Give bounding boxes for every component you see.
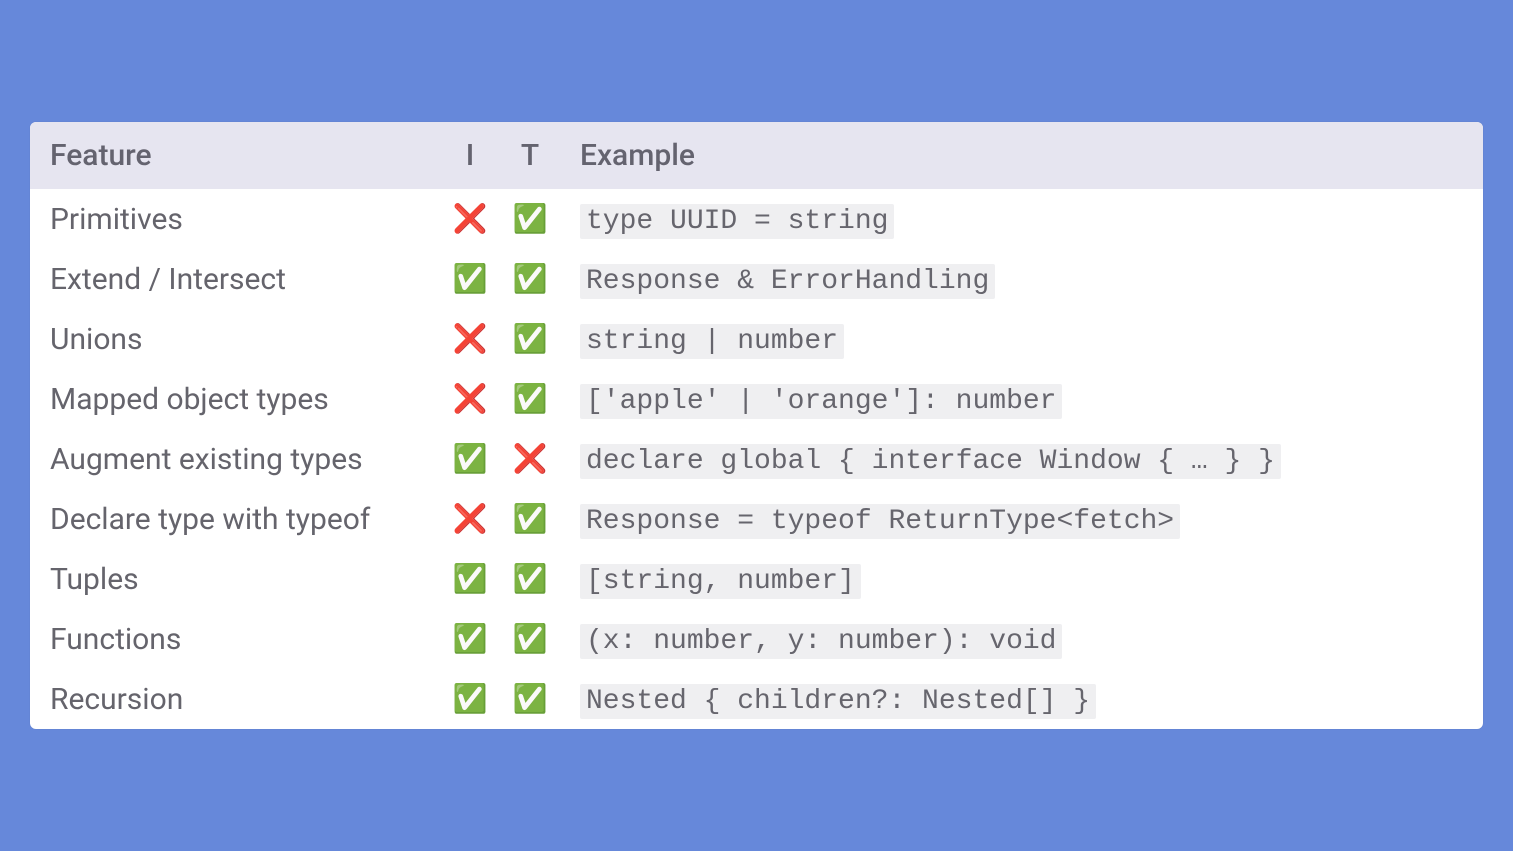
header-feature: Feature <box>30 122 440 189</box>
table-row: Functions✅✅(x: number, y: number): void <box>30 609 1483 669</box>
check-icon: ✅ <box>500 189 560 249</box>
feature-table: Feature I T Example Primitives❌✅type UUI… <box>30 122 1483 729</box>
example-cell: Nested { children?: Nested[] } <box>560 669 1483 729</box>
check-icon: ✅ <box>440 249 500 309</box>
table-row: Tuples✅✅[string, number] <box>30 549 1483 609</box>
cross-icon: ❌ <box>440 489 500 549</box>
feature-cell: Primitives <box>30 189 440 249</box>
table-row: Primitives❌✅ type UUID = string <box>30 189 1483 249</box>
header-i: I <box>440 122 500 189</box>
example-code: [string, number] <box>580 564 861 599</box>
example-code: (x: number, y: number): void <box>580 624 1062 659</box>
cross-icon: ❌ <box>440 309 500 369</box>
table-row: Mapped object types❌✅ ['apple' | 'orange'… <box>30 369 1483 429</box>
feature-cell: Mapped object types <box>30 369 440 429</box>
check-icon: ✅ <box>440 669 500 729</box>
table-header-row: Feature I T Example <box>30 122 1483 189</box>
check-icon: ✅ <box>440 429 500 489</box>
feature-cell: Tuples <box>30 549 440 609</box>
check-icon: ✅ <box>500 549 560 609</box>
example-cell: (x: number, y: number): void <box>560 609 1483 669</box>
example-code: Nested { children?: Nested[] } <box>580 684 1096 719</box>
example-code: string | number <box>580 324 844 359</box>
check-icon: ✅ <box>500 489 560 549</box>
example-code: Response & ErrorHandling <box>580 264 995 299</box>
cross-icon: ❌ <box>500 429 560 489</box>
cross-icon: ❌ <box>440 189 500 249</box>
feature-cell: Unions <box>30 309 440 369</box>
table-row: Unions❌✅ string | number <box>30 309 1483 369</box>
example-code: type UUID = string <box>580 204 894 239</box>
check-icon: ✅ <box>440 549 500 609</box>
check-icon: ✅ <box>500 249 560 309</box>
check-icon: ✅ <box>500 309 560 369</box>
header-t: T <box>500 122 560 189</box>
feature-cell: Augment existing types <box>30 429 440 489</box>
check-icon: ✅ <box>500 609 560 669</box>
header-example: Example <box>560 122 1483 189</box>
example-code: Response = typeof ReturnType<fetch> <box>580 504 1180 539</box>
table-row: Extend / Intersect✅✅Response & ErrorHand… <box>30 249 1483 309</box>
example-cell: Response = typeof ReturnType<fetch> <box>560 489 1483 549</box>
example-cell: ['apple' | 'orange']: number <box>560 369 1483 429</box>
feature-cell: Declare type with typeof <box>30 489 440 549</box>
example-cell: type UUID = string <box>560 189 1483 249</box>
feature-cell: Recursion <box>30 669 440 729</box>
feature-cell: Extend / Intersect <box>30 249 440 309</box>
example-cell: declare global { interface Window { … } … <box>560 429 1483 489</box>
example-code: ['apple' | 'orange']: number <box>580 384 1062 419</box>
comparison-card: Feature I T Example Primitives❌✅type UUI… <box>30 122 1483 729</box>
example-code: declare global { interface Window { … } … <box>580 444 1281 479</box>
feature-cell: Functions <box>30 609 440 669</box>
table-row: Augment existing types✅❌ declare global {… <box>30 429 1483 489</box>
check-icon: ✅ <box>500 369 560 429</box>
check-icon: ✅ <box>500 669 560 729</box>
check-icon: ✅ <box>440 609 500 669</box>
example-cell: string | number <box>560 309 1483 369</box>
example-cell: Response & ErrorHandling <box>560 249 1483 309</box>
table-row: Recursion✅✅Nested { children?: Nested[] … <box>30 669 1483 729</box>
cross-icon: ❌ <box>440 369 500 429</box>
example-cell: [string, number] <box>560 549 1483 609</box>
table-row: Declare type with typeof❌✅ Response = typ… <box>30 489 1483 549</box>
